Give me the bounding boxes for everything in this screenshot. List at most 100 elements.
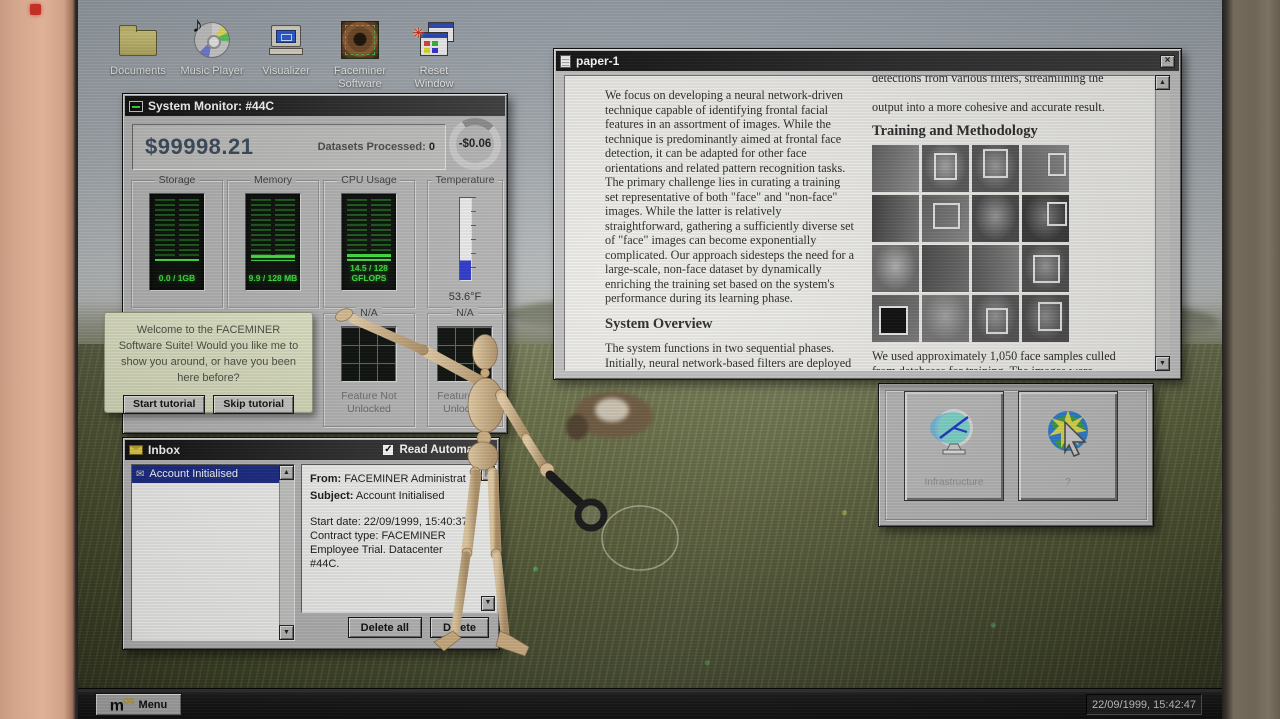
balance-panel: $99998.21 Datasets Processed: 0 (132, 124, 446, 170)
icon-label: Reset Window (400, 65, 468, 90)
close-button[interactable]: × (1160, 55, 1175, 68)
list-scrollbar[interactable]: ▲ ▼ (279, 465, 294, 640)
face-sample (1022, 295, 1069, 342)
paper-scrollbar[interactable]: ▲ ▼ (1154, 75, 1171, 371)
face-sample (872, 145, 919, 192)
face-sample (922, 195, 969, 242)
start-tutorial-button[interactable]: Start tutorial (123, 395, 205, 414)
windows-icon: ✳ (414, 22, 454, 58)
paper-paragraph: We focus on developing a neural network-… (605, 88, 855, 306)
face-sample (872, 195, 919, 242)
monitor-bezel-left (0, 0, 78, 719)
face-sample (872, 245, 919, 292)
rate-gauge: -$0.06 (449, 118, 501, 170)
detection-box (933, 203, 959, 229)
system-monitor-titlebar[interactable]: System Monitor: #44C (125, 96, 505, 116)
menu-label: Menu (139, 699, 168, 711)
music-note-icon: ♪ (192, 12, 203, 38)
infrastructure-button[interactable]: Infrastructure (904, 391, 1004, 501)
paper-line: output into a more cohesive and accurate… (872, 100, 1122, 115)
gauge-temperature: Temperature 53.6°F (427, 180, 503, 308)
gauge-title: Memory (250, 174, 296, 186)
paper-heading: Training and Methodology (872, 124, 1122, 139)
taskbar: mOS Menu 22/09/1999, 15:42:47 (78, 688, 1222, 719)
scroll-down-button[interactable]: ▼ (1155, 356, 1170, 371)
icon-documents[interactable]: Documents (104, 20, 172, 90)
monitor-bezel-right (1222, 0, 1280, 719)
temperature-value: 53.6°F (449, 291, 482, 303)
globe-cursor-icon (1041, 406, 1095, 460)
gauge-unit: GFLOPS (352, 273, 387, 283)
window-title: paper-1 (576, 54, 619, 68)
icon-music-player[interactable]: ♪ Music Player (178, 20, 246, 90)
datasets-processed: Datasets Processed: 0 (318, 141, 445, 153)
icon-faceminer-software[interactable]: Faceminer Software (326, 20, 394, 90)
temperature-slider[interactable] (459, 197, 472, 281)
gauge-value: 0.0 / 1GB (159, 273, 195, 283)
computer-icon (271, 25, 301, 47)
icon-label: Faceminer Software (326, 65, 394, 90)
crt-monitor: Documents ♪ Music Player Visualizer Face… (0, 0, 1280, 719)
menu-button[interactable]: mOS Menu (95, 693, 182, 716)
skip-tutorial-button[interactable]: Skip tutorial (213, 395, 294, 414)
face-sample (972, 195, 1019, 242)
envelope-icon: ✉ (136, 469, 144, 480)
face-sample (1022, 245, 1069, 292)
gauge-title: CPU Usage (337, 174, 400, 186)
power-led (30, 4, 41, 15)
magnifying-glass[interactable] (550, 475, 604, 528)
face-sample (972, 295, 1019, 342)
desktop-screen: Documents ♪ Music Player Visualizer Face… (78, 0, 1222, 719)
face-sample (1022, 145, 1069, 192)
scroll-down-button[interactable]: ▼ (279, 625, 294, 640)
led-screen: 0.0 / 1GB (149, 193, 205, 291)
eye-icon (341, 21, 379, 59)
message-list-item-selected[interactable]: ✉ Account Initialised (132, 465, 279, 483)
paper-titlebar[interactable]: paper-1 × (556, 51, 1179, 71)
gauge-title: Storage (155, 174, 200, 186)
icon-label: Visualizer (262, 65, 310, 78)
led-screen: 9.9 / 128 MB (245, 193, 301, 291)
redacted-box (879, 306, 908, 335)
icon-reset-window[interactable]: ✳ Reset Window (400, 20, 468, 90)
face-sample (872, 295, 919, 342)
document-icon (560, 55, 571, 68)
mannequin-body (334, 306, 554, 656)
scroll-track[interactable] (1155, 90, 1170, 356)
inbox-message-list: ✉ Account Initialised ▲ ▼ (131, 464, 295, 641)
taskbar-clock: 22/09/1999, 15:42:47 (1086, 694, 1202, 715)
paper-column-right: detections from various filters, streaml… (872, 76, 1122, 371)
window-title: Inbox (148, 443, 180, 457)
datasets-value: 0 (429, 141, 435, 153)
window-title: System Monitor: #44C (148, 99, 274, 113)
message-subject: Account Initialised (149, 468, 238, 480)
icon-visualizer[interactable]: Visualizer (252, 20, 320, 90)
balance-value: $99998.21 (133, 134, 254, 160)
icon-label: Music Player (181, 65, 244, 78)
monitor-icon (129, 101, 143, 112)
scroll-track[interactable] (279, 480, 294, 625)
app-button-label: ? (1065, 477, 1071, 488)
tutorial-message: Welcome to the FACEMINER Software Suite!… (115, 323, 302, 387)
folder-icon (119, 30, 157, 56)
paper-clipped-line: detections from various filters, streaml… (872, 76, 1122, 86)
gauge-storage: Storage 0.0 / 1GB (131, 180, 223, 308)
temperature-ticks (471, 197, 476, 281)
scroll-up-button[interactable]: ▲ (279, 465, 294, 480)
face-sample (922, 245, 969, 292)
face-sample (922, 295, 969, 342)
gauge-value: 9.9 / 128 MB (249, 273, 298, 283)
search-circle-marking (602, 506, 678, 570)
detection-box (1047, 202, 1067, 226)
rate-value: -$0.06 (449, 118, 501, 170)
reset-star-icon: ✳ (412, 24, 425, 42)
scroll-up-button[interactable]: ▲ (1155, 75, 1170, 90)
paper-sample-grid (872, 145, 1122, 342)
detection-box (983, 149, 1007, 178)
mannequin-assistant[interactable] (328, 305, 688, 665)
envelope-icon (129, 445, 143, 455)
detection-box (934, 153, 957, 180)
detection-box (1038, 302, 1062, 331)
paper-paragraph: We used approximately 1,050 face samples… (872, 349, 1122, 371)
unknown-app-button[interactable]: ? (1018, 391, 1118, 501)
